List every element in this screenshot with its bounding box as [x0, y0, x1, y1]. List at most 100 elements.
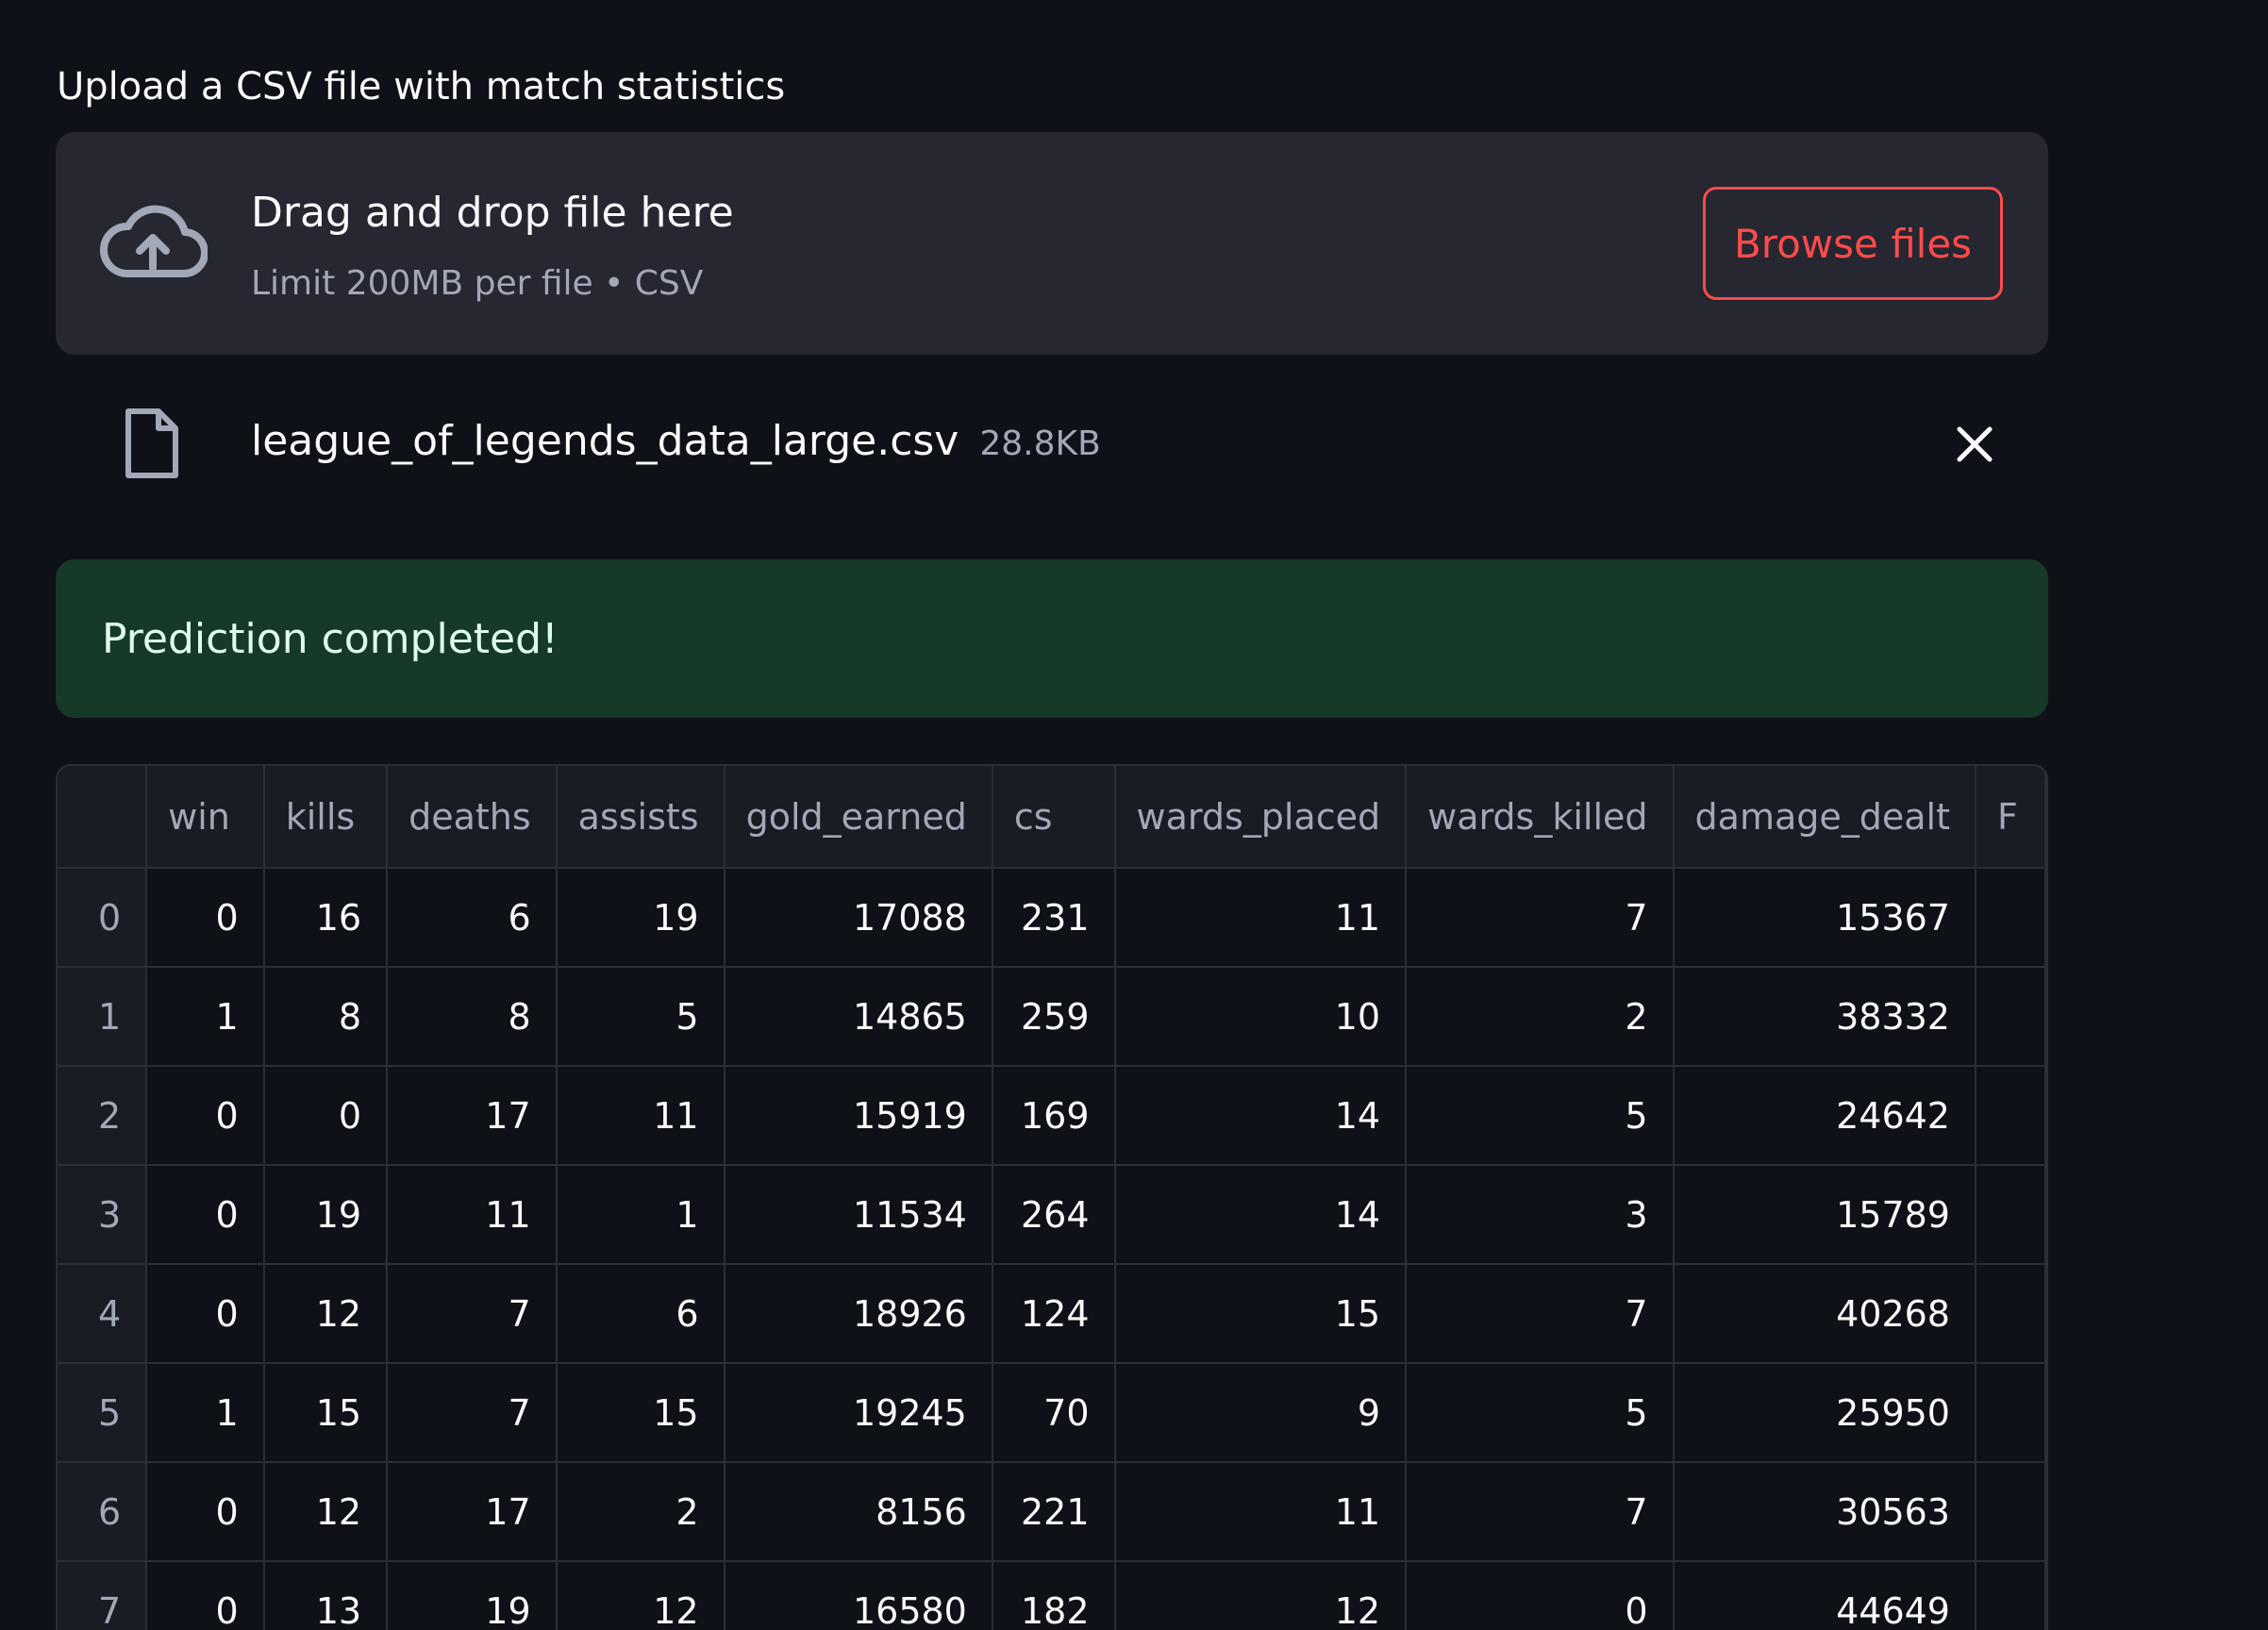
table-cell[interactable]: 19 [555, 867, 725, 968]
column-header-damage-dealt[interactable]: damage_dealt [1672, 766, 1976, 869]
table-cell[interactable]: 8 [386, 966, 558, 1067]
table-cell[interactable]: 15 [262, 1362, 389, 1463]
table-cell[interactable]: 0 [1405, 1560, 1675, 1630]
table-cell[interactable]: 7 [1405, 1263, 1675, 1364]
column-header-deaths[interactable]: deaths [386, 766, 558, 869]
table-cell[interactable]: 38332 [1672, 966, 1976, 1067]
table-cell[interactable]: 5 [555, 966, 725, 1067]
table-cell[interactable]: 6 [555, 1263, 725, 1364]
table-cell[interactable]: 19 [386, 1560, 558, 1630]
table-cell[interactable]: 0 [145, 867, 265, 968]
table-cell[interactable]: 0 [145, 1065, 265, 1166]
table-cell[interactable]: 17088 [723, 867, 993, 968]
column-header-assists[interactable]: assists [555, 766, 725, 869]
column-header[interactable] [58, 766, 148, 869]
table-cell[interactable]: 12 [262, 1461, 389, 1562]
row-index[interactable]: 6 [58, 1461, 148, 1562]
table-cell[interactable]: 1 [555, 1164, 725, 1265]
column-header-win[interactable]: win [145, 766, 265, 869]
table-cell[interactable]: 15 [555, 1362, 725, 1463]
table-cell[interactable] [1974, 1461, 2046, 1562]
table-cell[interactable]: 169 [991, 1065, 1116, 1166]
table-cell[interactable]: 182 [991, 1560, 1116, 1630]
table-cell[interactable]: 19 [262, 1164, 389, 1265]
table-cell[interactable]: 124 [991, 1263, 1116, 1364]
table-cell[interactable]: 11 [386, 1164, 558, 1265]
table-cell[interactable]: 17 [386, 1065, 558, 1166]
table-cell[interactable]: 1 [145, 1362, 265, 1463]
table-cell[interactable]: 70 [991, 1362, 1116, 1463]
table-cell[interactable]: 16 [262, 867, 389, 968]
table-cell[interactable] [1974, 1362, 2046, 1463]
table-cell[interactable]: 11 [1113, 867, 1408, 968]
table-cell[interactable]: 2 [555, 1461, 725, 1562]
results-table[interactable]: win kills deaths assists gold_earned cs … [56, 764, 2048, 1630]
table-cell[interactable] [1974, 966, 2046, 1067]
table-cell[interactable]: 12 [1113, 1560, 1408, 1630]
column-header-wards-placed[interactable]: wards_placed [1113, 766, 1408, 869]
table-cell[interactable]: 0 [145, 1164, 265, 1265]
table-cell[interactable]: 7 [386, 1362, 558, 1463]
table-cell[interactable]: 7 [386, 1263, 558, 1364]
column-header-kills[interactable]: kills [262, 766, 389, 869]
row-index[interactable]: 4 [58, 1263, 148, 1364]
table-cell[interactable]: 15367 [1672, 867, 1976, 968]
table-cell[interactable]: 8 [262, 966, 389, 1067]
row-index[interactable]: 0 [58, 867, 148, 968]
table-cell[interactable]: 259 [991, 966, 1116, 1067]
table-cell[interactable]: 17 [386, 1461, 558, 1562]
table-cell[interactable]: 5 [1405, 1065, 1675, 1166]
table-cell[interactable] [1974, 867, 2046, 968]
table-cell[interactable]: 3 [1405, 1164, 1675, 1265]
table-cell[interactable]: 13 [262, 1560, 389, 1630]
table-cell[interactable]: 11534 [723, 1164, 993, 1265]
table-cell[interactable]: 44649 [1672, 1560, 1976, 1630]
table-cell[interactable]: 15789 [1672, 1164, 1976, 1265]
table-cell[interactable] [1974, 1164, 2046, 1265]
table-cell[interactable]: 8156 [723, 1461, 993, 1562]
table-cell[interactable]: 15 [1113, 1263, 1408, 1364]
table-cell[interactable]: 1 [145, 966, 265, 1067]
column-header-gold-earned[interactable]: gold_earned [723, 766, 993, 869]
table-cell[interactable]: 25950 [1672, 1362, 1976, 1463]
table-cell[interactable]: 5 [1405, 1362, 1675, 1463]
row-index[interactable]: 5 [58, 1362, 148, 1463]
table-cell[interactable]: 11 [555, 1065, 725, 1166]
close-icon[interactable] [1955, 424, 1994, 464]
table-cell[interactable]: 14 [1113, 1164, 1408, 1265]
table-cell[interactable]: 2 [1405, 966, 1675, 1067]
table-cell[interactable] [1974, 1560, 2046, 1630]
table-cell[interactable]: 9 [1113, 1362, 1408, 1463]
table-cell[interactable]: 0 [262, 1065, 389, 1166]
table-cell[interactable]: 10 [1113, 966, 1408, 1067]
table-cell[interactable]: 231 [991, 867, 1116, 968]
table-cell[interactable]: 24642 [1672, 1065, 1976, 1166]
table-cell[interactable]: 12 [555, 1560, 725, 1630]
table-cell[interactable] [1974, 1263, 2046, 1364]
browse-files-button[interactable]: Browse files [1703, 187, 2003, 300]
row-index[interactable]: 7 [58, 1560, 148, 1630]
table-cell[interactable]: 264 [991, 1164, 1116, 1265]
table-cell[interactable]: 6 [386, 867, 558, 968]
table-cell[interactable]: 0 [145, 1263, 265, 1364]
column-header-cs[interactable]: cs [991, 766, 1116, 869]
table-cell[interactable]: 7 [1405, 867, 1675, 968]
row-index[interactable]: 1 [58, 966, 148, 1067]
table-cell[interactable]: 11 [1113, 1461, 1408, 1562]
row-index[interactable]: 2 [58, 1065, 148, 1166]
table-cell[interactable]: 40268 [1672, 1263, 1976, 1364]
table-cell[interactable]: 30563 [1672, 1461, 1976, 1562]
table-cell[interactable]: 0 [145, 1461, 265, 1562]
table-cell[interactable]: 16580 [723, 1560, 993, 1630]
table-cell[interactable] [1974, 1065, 2046, 1166]
table-cell[interactable]: 14 [1113, 1065, 1408, 1166]
table-cell[interactable]: 7 [1405, 1461, 1675, 1562]
table-cell[interactable]: 221 [991, 1461, 1116, 1562]
row-index[interactable]: 3 [58, 1164, 148, 1265]
table-cell[interactable]: 19245 [723, 1362, 993, 1463]
table-cell[interactable]: 18926 [723, 1263, 993, 1364]
table-cell[interactable]: 0 [145, 1560, 265, 1630]
table-cell[interactable]: 12 [262, 1263, 389, 1364]
column-header-wards-killed[interactable]: wards_killed [1405, 766, 1675, 869]
column-header-truncated[interactable]: F [1974, 766, 2046, 869]
